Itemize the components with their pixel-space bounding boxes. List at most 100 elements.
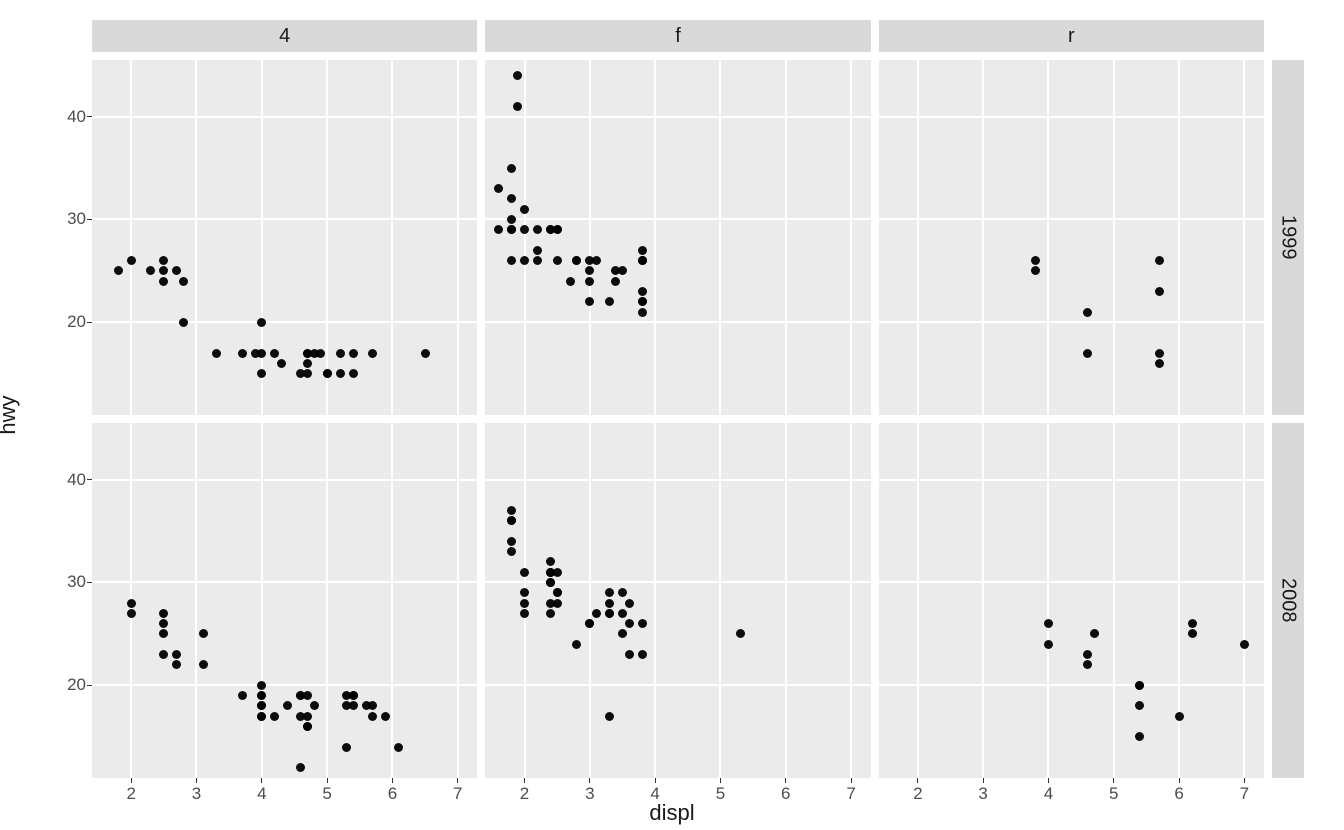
spacer [1272, 20, 1304, 52]
data-point [1044, 619, 1053, 628]
data-point [127, 256, 136, 265]
data-point [1083, 349, 1092, 358]
scatter-panel: 234567 [485, 423, 870, 778]
tick-x: 4 [257, 784, 266, 804]
data-point [1090, 629, 1099, 638]
grid-major-v [654, 423, 656, 778]
data-point [270, 349, 279, 358]
grid-major-v [1047, 423, 1049, 778]
grid-major-h [879, 581, 1264, 583]
grid-major-h [92, 581, 477, 583]
tick-y: 40 [67, 470, 92, 490]
data-point [618, 629, 627, 638]
data-point [1155, 287, 1164, 296]
data-point [159, 650, 168, 659]
data-point [159, 266, 168, 275]
grid-major-v [785, 423, 787, 778]
grid-major-h [92, 479, 477, 481]
grid-major-h [879, 116, 1264, 118]
data-point [520, 225, 529, 234]
data-point [127, 599, 136, 608]
data-point [172, 660, 181, 669]
tick-y: 20 [67, 675, 92, 695]
data-point [533, 225, 542, 234]
grid-major-v [1178, 423, 1180, 778]
data-point [507, 225, 516, 234]
data-point [1083, 660, 1092, 669]
data-point [507, 256, 516, 265]
data-point [172, 266, 181, 275]
scatter-panel [879, 60, 1264, 415]
data-point [585, 297, 594, 306]
facet-row-strip-label: 2008 [1277, 578, 1300, 623]
grid-major-v [917, 423, 919, 778]
tickmark-x [720, 778, 721, 783]
facet-col-strip: r [879, 20, 1264, 52]
tick-x: 3 [978, 784, 987, 804]
data-point [257, 318, 266, 327]
grid-major-v [719, 423, 721, 778]
grid-major-v [1113, 423, 1115, 778]
tickmark-x [1179, 778, 1180, 783]
data-point [618, 266, 627, 275]
grid-major-v [195, 423, 197, 778]
tick-x: 7 [1240, 784, 1249, 804]
data-point [585, 266, 594, 275]
data-point [546, 557, 555, 566]
data-point [146, 266, 155, 275]
data-point [172, 650, 181, 659]
data-point [303, 359, 312, 368]
tickmark-x [261, 778, 262, 783]
data-point [618, 609, 627, 618]
grid-major-v [261, 423, 263, 778]
data-point [238, 349, 247, 358]
data-point [1175, 712, 1184, 721]
tick-x: 2 [520, 784, 529, 804]
data-point [296, 763, 305, 772]
tickmark-x [524, 778, 525, 783]
data-point [625, 599, 634, 608]
data-point [507, 194, 516, 203]
grid-major-v [917, 60, 919, 415]
data-point [368, 701, 377, 710]
grid-major-h [92, 218, 477, 220]
grid-major-v [982, 60, 984, 415]
grid-major-v [391, 423, 393, 778]
data-point [618, 588, 627, 597]
data-point [199, 629, 208, 638]
tick-x: 6 [1174, 784, 1183, 804]
data-point [1031, 256, 1040, 265]
data-point [1135, 681, 1144, 690]
grid-major-h [879, 321, 1264, 323]
grid-major-v [785, 60, 787, 415]
data-point [159, 629, 168, 638]
tick-y: 30 [67, 572, 92, 592]
tick-x: 7 [453, 784, 462, 804]
data-point [625, 650, 634, 659]
data-point [421, 349, 430, 358]
data-point [592, 256, 601, 265]
data-point [1240, 640, 1249, 649]
tickmark-x [1048, 778, 1049, 783]
grid-major-v [457, 423, 459, 778]
data-point [381, 712, 390, 721]
data-point [566, 277, 575, 286]
data-point [585, 619, 594, 628]
data-point [533, 246, 542, 255]
grid-major-v [1113, 60, 1115, 415]
grid-major-v [195, 60, 197, 415]
data-point [179, 318, 188, 327]
data-point [1083, 650, 1092, 659]
tick-x: 2 [913, 784, 922, 804]
data-point [394, 743, 403, 752]
data-point [507, 215, 516, 224]
scatter-panel: 203040 [92, 60, 477, 415]
data-point [257, 681, 266, 690]
data-point [507, 547, 516, 556]
data-point [605, 297, 614, 306]
tick-x: 7 [846, 784, 855, 804]
data-point [159, 609, 168, 618]
tick-x: 4 [650, 784, 659, 804]
data-point [611, 277, 620, 286]
grid-major-h [879, 218, 1264, 220]
